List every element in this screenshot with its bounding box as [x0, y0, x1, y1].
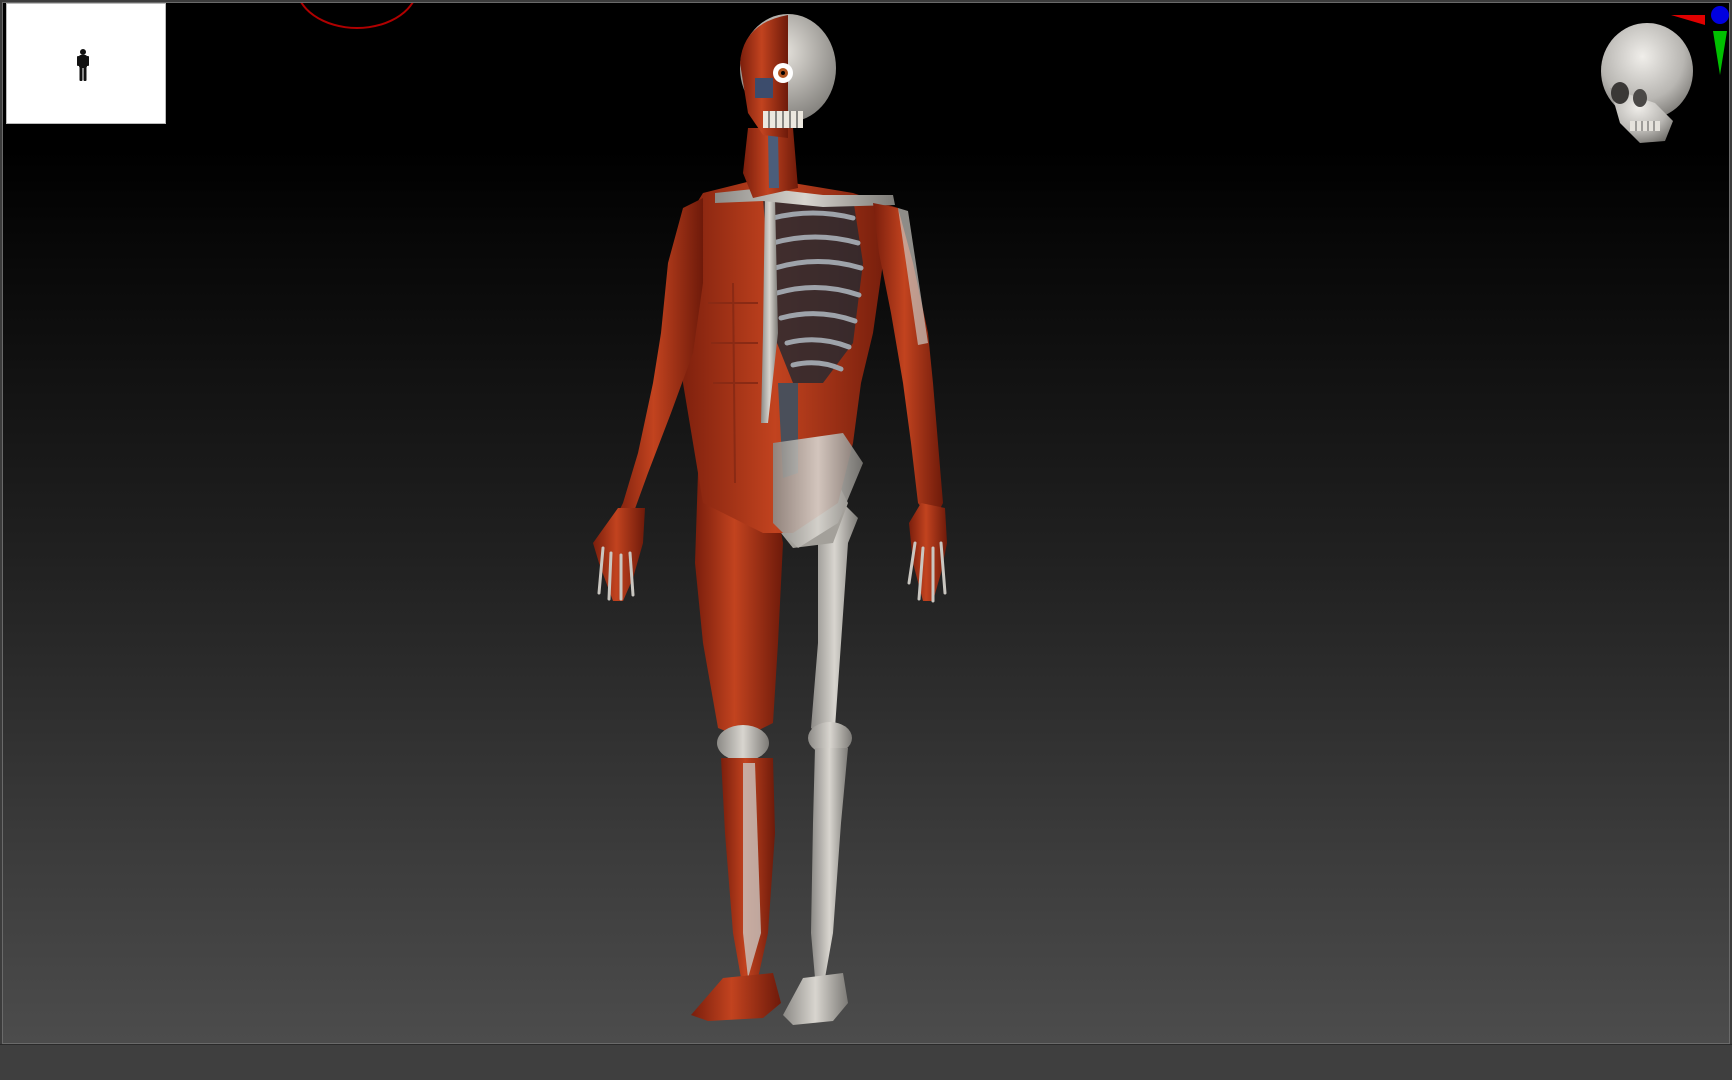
3d-viewport-canvas[interactable]: [2, 2, 1730, 1044]
head-skull: [740, 14, 836, 138]
neck: [743, 128, 798, 198]
zbrush-window: [0, 0, 1732, 1080]
right-arm: [873, 203, 947, 603]
ecorche-model[interactable]: [3, 3, 1729, 1043]
orientation-gizmo[interactable]: [1585, 3, 1729, 163]
z-axis-dot: [1711, 6, 1729, 24]
skull-gizmo-icon: [1601, 6, 1729, 143]
y-axis-arrow: [1713, 31, 1727, 75]
bottom-shelf: [0, 1044, 1732, 1080]
torso: [675, 178, 898, 548]
muscle-leg: [691, 473, 783, 1021]
skeleton-leg: [773, 473, 858, 1025]
x-axis-arrow: [1671, 15, 1705, 25]
